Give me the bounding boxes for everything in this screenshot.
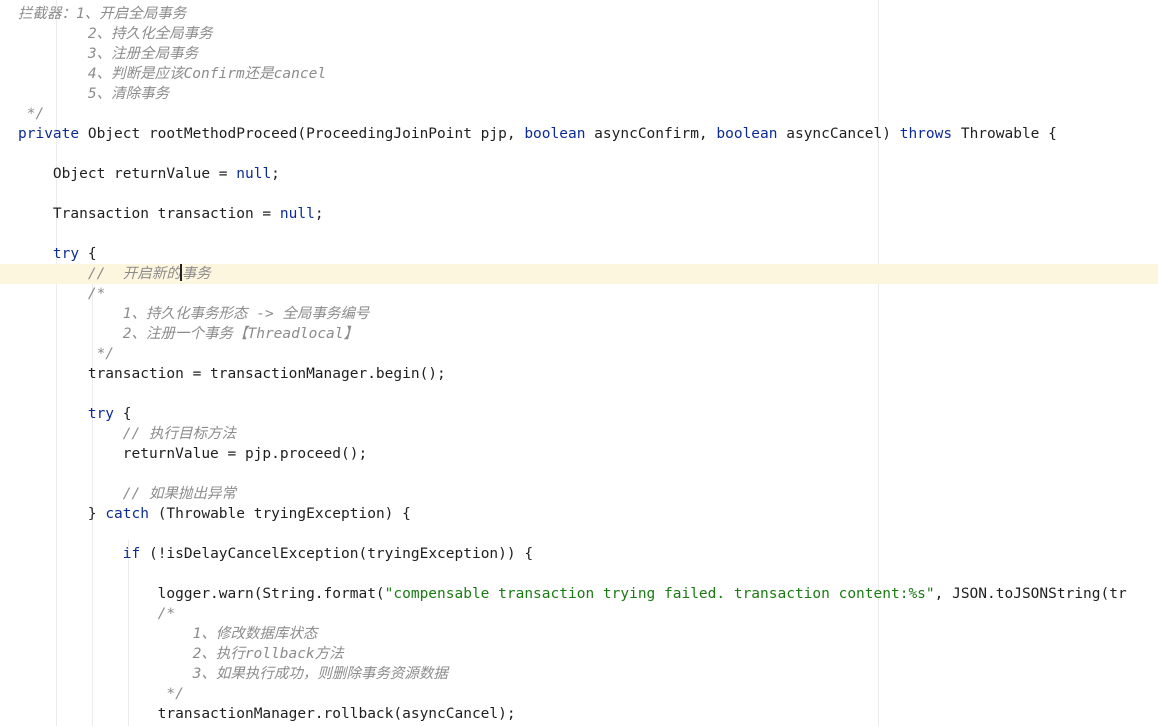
text-caret [179, 264, 182, 281]
code-line: } catch (Throwable tryingException) { [0, 504, 1158, 524]
code-line: // 执行目标方法 [0, 424, 1158, 444]
code-line-current: // 开启新的事务 [0, 264, 1158, 284]
code-line: logger.warn(String.format("compensable t… [0, 584, 1158, 604]
keyword-token: try [52, 246, 80, 262]
comment-text: 4、判断是应该Confirm还是cancel [18, 66, 327, 82]
keyword-token: throws [899, 126, 953, 142]
keyword-token: boolean [524, 126, 586, 142]
code-line: if (!isDelayCancelException(tryingExcept… [0, 544, 1158, 564]
string-token: "compensable transaction trying failed. … [384, 586, 935, 602]
code-token: { [114, 406, 132, 422]
code-token: (!isDelayCancelException(tryingException… [140, 546, 534, 562]
comment-text: 1、修改数据库状态 [18, 626, 318, 642]
code-line: private Object rootMethodProceed(Proceed… [0, 124, 1158, 144]
comment-text: 2、持久化全局事务 [18, 26, 213, 42]
code-line: 2、持久化全局事务 [0, 24, 1158, 44]
code-line: Object returnValue = null; [0, 164, 1158, 184]
comment-text: // 开启新的事务 [18, 264, 211, 282]
code-line: /* [0, 604, 1158, 624]
code-line: 1、修改数据库状态 [0, 624, 1158, 644]
code-token: , JSON.toJSONString(tr [934, 586, 1127, 602]
code-editor[interactable]: 拦截器：1、开启全局事务 2、持久化全局事务 3、注册全局事务 4、判断是应该C… [0, 0, 1158, 726]
comment-text: 3、注册全局事务 [18, 46, 199, 62]
comment-text: 1、持久化事务形态 -> 全局事务编号 [18, 306, 370, 322]
code-token: asyncConfirm, [585, 126, 717, 142]
keyword-token: catch [105, 506, 149, 522]
code-token: logger.warn(String.format( [18, 586, 385, 602]
code-line: returnValue = pjp.proceed(); [0, 444, 1158, 464]
code-text: returnValue = pjp.proceed(); [18, 446, 368, 462]
code-text: transaction = transactionManager.begin()… [18, 366, 446, 382]
code-token: (Throwable tryingException) { [148, 506, 411, 522]
comment-text: */ [18, 106, 45, 122]
code-token: Throwable { [952, 126, 1057, 142]
comment-text: 2、注册一个事务【Threadlocal】 [18, 326, 359, 342]
code-line: Transaction transaction = null; [0, 204, 1158, 224]
code-line: 1、持久化事务形态 -> 全局事务编号 [0, 304, 1158, 324]
code-token: Transaction transaction = [18, 206, 280, 222]
code-line: 3、如果执行成功，则删除事务资源数据 [0, 664, 1158, 684]
comment-text: // 如果抛出异常 [18, 486, 236, 502]
code-token: ; [314, 206, 324, 222]
keyword-token: private [18, 126, 80, 142]
comment-text: 3、如果执行成功，则删除事务资源数据 [18, 666, 448, 682]
code-line: /* [0, 284, 1158, 304]
keyword-token: try [87, 406, 115, 422]
comment-text: /* [18, 606, 176, 622]
comment-text: 2、执行rollback方法 [18, 646, 344, 662]
comment-text: // 执行目标方法 [18, 426, 236, 442]
code-line: try { [0, 404, 1158, 424]
code-token: { [79, 246, 97, 262]
comment-text: 拦截器：1、开启全局事务 [18, 6, 187, 22]
code-line: 拦截器：1、开启全局事务 [0, 4, 1158, 24]
keyword-token: null [279, 206, 315, 222]
code-text: transactionManager.rollback(asyncCancel)… [18, 706, 516, 722]
code-line: 2、注册一个事务【Threadlocal】 [0, 324, 1158, 344]
code-line: 3、注册全局事务 [0, 44, 1158, 64]
code-line: 4、判断是应该Confirm还是cancel [0, 64, 1158, 84]
comment-text: 5、清除事务 [18, 86, 170, 102]
code-line: */ [0, 684, 1158, 704]
code-line: try { [0, 244, 1158, 264]
code-token: ; [271, 166, 280, 182]
keyword-token: null [236, 166, 272, 182]
keyword-token: if [122, 546, 141, 562]
comment-text: /* [18, 286, 106, 302]
code-line: // 如果抛出异常 [0, 484, 1158, 504]
code-token: Object rootMethodProceed(ProceedingJoinP… [79, 126, 525, 142]
code-line: */ [0, 104, 1158, 124]
keyword-token: boolean [716, 126, 778, 142]
code-line: 5、清除事务 [0, 84, 1158, 104]
comment-text: */ [18, 346, 115, 362]
code-token: } [18, 506, 106, 522]
code-line: transactionManager.rollback(asyncCancel)… [0, 704, 1158, 724]
code-line: */ [0, 344, 1158, 364]
code-line: 2、执行rollback方法 [0, 644, 1158, 664]
comment-text: */ [18, 686, 184, 702]
code-token: asyncCancel) [777, 126, 900, 142]
code-line: transaction = transactionManager.begin()… [0, 364, 1158, 384]
code-token: Object returnValue = [18, 166, 237, 182]
